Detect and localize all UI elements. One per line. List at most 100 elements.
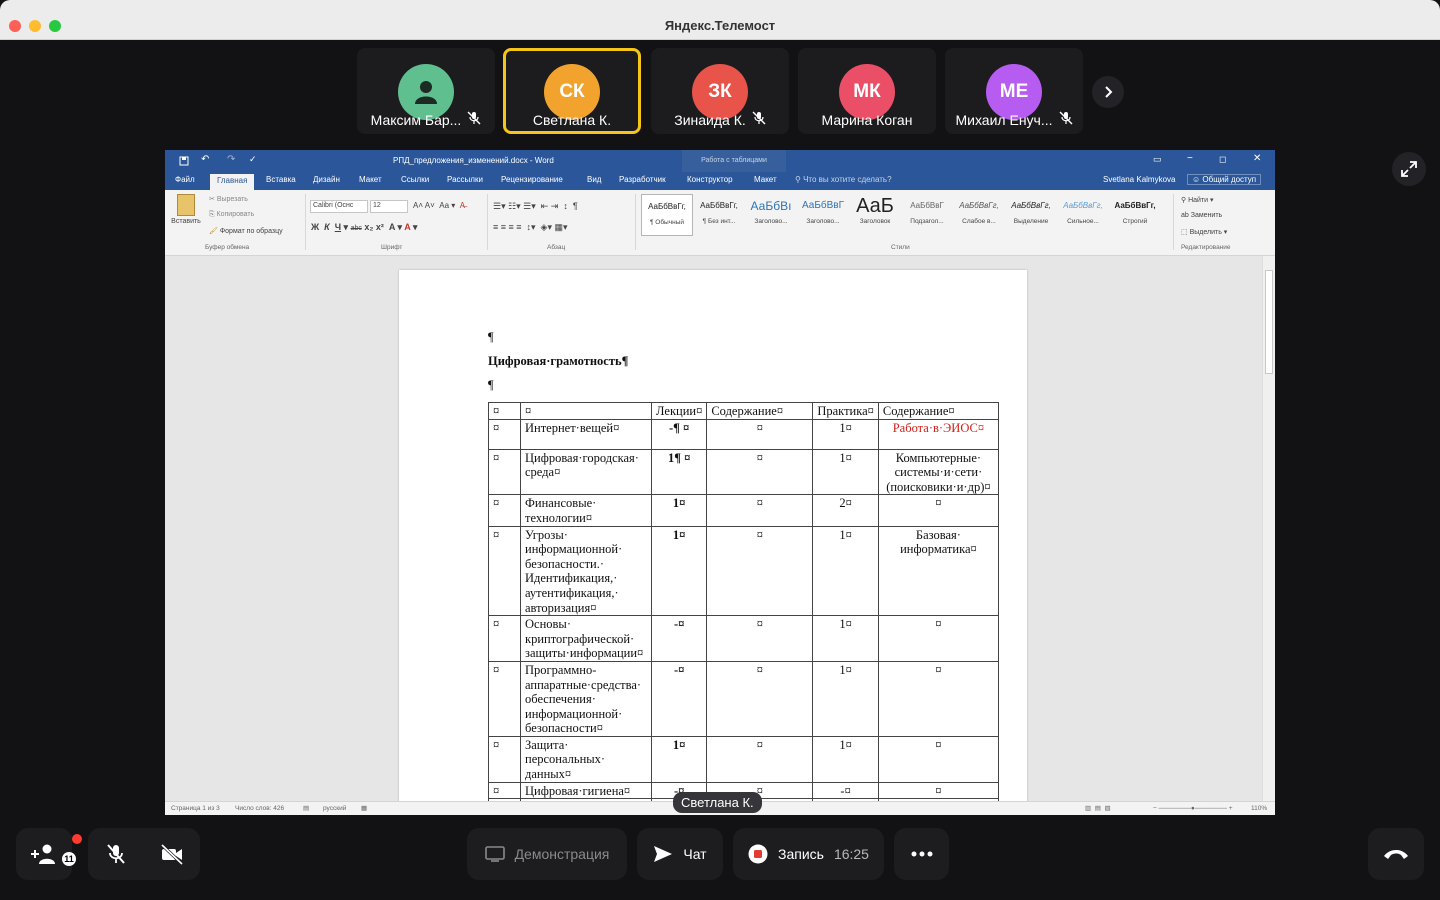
customize-icon[interactable]: ✓ <box>249 154 257 165</box>
table-cell[interactable]: Цифровая·гигиена¤ <box>520 781 652 800</box>
select-button[interactable]: ⬚ Выделить ▾ <box>1181 228 1227 236</box>
table-cell[interactable]: ¤ <box>877 615 999 662</box>
document-area[interactable]: ¶ Цифровая·грамотность¶ ¶ ¤ ¤ Лекции¤ Содер… <box>165 256 1275 815</box>
table-cell[interactable]: ¤ <box>488 525 521 617</box>
zoom-level[interactable]: 110% <box>1251 805 1267 812</box>
replace-button[interactable]: ab Заменить <box>1181 212 1222 219</box>
table-cell[interactable]: ¤ <box>877 494 999 527</box>
table-cell[interactable]: ¤ <box>488 735 521 783</box>
table-cell[interactable]: Содержание¤ <box>877 402 999 420</box>
more-button[interactable] <box>894 828 949 880</box>
view-mode-icons[interactable]: ▥ ▤ ▧ <box>1085 804 1111 812</box>
participant-tile[interactable]: МЕ Михаил Енуч... <box>945 48 1083 134</box>
table-cell[interactable]: ¤ <box>877 735 999 783</box>
page-count[interactable]: Страница 1 из 3 <box>171 805 220 812</box>
table-row[interactable]: ¤ Программно- аппаратные·средства· обеспе… <box>488 660 999 737</box>
fullscreen-button[interactable] <box>1392 152 1426 186</box>
word-count[interactable]: Число слов: 426 <box>235 805 284 812</box>
save-icon[interactable] <box>179 156 189 166</box>
style-item[interactable]: АаБбВвГг, ¶ Без инт... <box>693 194 745 236</box>
table-cell[interactable]: ¤ <box>877 781 999 800</box>
tab-mailings[interactable]: Рассылки <box>447 175 483 184</box>
invite-button[interactable]: 11 <box>16 828 82 880</box>
table-cell[interactable]: 1¤ <box>812 448 879 496</box>
paste-button[interactable]: Вставить <box>171 194 201 225</box>
table-cell[interactable]: ¤ <box>488 781 521 800</box>
table-cell[interactable]: ¤ <box>488 418 521 450</box>
participant-tile[interactable]: СК Светлана К. <box>503 48 641 134</box>
table-cell[interactable]: 1¤ <box>812 418 879 450</box>
style-item[interactable]: АаБ Заголовок <box>849 194 901 236</box>
table-cell[interactable]: Работа·в·ЭИОС¤ <box>877 418 999 450</box>
camera-button[interactable] <box>144 843 200 865</box>
record-button[interactable]: Запись 16:25 <box>733 828 884 880</box>
proofing-icon[interactable]: ▤ <box>303 804 309 812</box>
style-item[interactable]: АаБбВвГг, Слабое в... <box>953 194 1005 236</box>
chat-button[interactable]: Чат <box>637 828 723 880</box>
scrollbar-thumb[interactable] <box>1265 270 1273 374</box>
tab-design[interactable]: Дизайн <box>313 175 340 184</box>
table-cell[interactable]: 1¶ ¤ <box>650 448 708 496</box>
table-cell[interactable]: ¤ <box>488 448 521 496</box>
ribbon-display-icon[interactable]: ▭ <box>1153 154 1162 165</box>
style-item[interactable]: АаБбВвГг, Выделение <box>1005 194 1057 236</box>
table-row[interactable]: ¤ Цифровая·городская· среда¤ 1¶ ¤ ¤ 1¤ Компью… <box>488 448 999 496</box>
table-cell[interactable]: Основы· криптографической· защиты·информ… <box>520 615 652 662</box>
style-item[interactable]: АаБбВвГ Заголово... <box>797 194 849 236</box>
table-cell[interactable]: Программно- аппаратные·средства· обеспеч… <box>520 660 652 737</box>
participant-tile[interactable]: Максим Бар... <box>357 48 495 134</box>
table-cell[interactable]: Компьютерные· системы·и·сети· (поисковик… <box>877 448 999 496</box>
table-row[interactable]: ¤ Финансовые· технологии¤ 1¤ ¤ 2¤ ¤ <box>488 494 999 527</box>
tab-references[interactable]: Ссылки <box>401 175 429 184</box>
share-button[interactable]: ☺ Общий доступ <box>1187 174 1262 185</box>
table-cell[interactable]: ¤ <box>877 660 999 737</box>
table-cell[interactable]: ¤ <box>706 735 814 783</box>
zoom-slider[interactable]: − ───────●─────── + <box>1153 805 1233 812</box>
tab-view[interactable]: Вид <box>587 175 601 184</box>
table-cell[interactable]: ¤ <box>488 494 521 527</box>
word-close-button[interactable]: ✕ <box>1253 153 1261 164</box>
table-cell[interactable]: ¤ <box>488 402 521 420</box>
cut-button[interactable]: ✂ Вырезать <box>209 195 248 203</box>
table-row[interactable]: ¤ Угрозы· информационной· безопасности.· … <box>488 525 999 617</box>
find-button[interactable]: ⚲ Найти ▾ <box>1181 196 1214 204</box>
style-item[interactable]: АаБбВвГг, Строгий <box>1109 194 1161 236</box>
screen-share-button[interactable]: Демонстрация <box>467 828 627 880</box>
tab-table-design[interactable]: Конструктор <box>687 175 733 184</box>
table-cell[interactable]: Финансовые· технологии¤ <box>520 494 652 527</box>
table-cell[interactable]: -¶ ¤ <box>650 418 708 450</box>
font-style-buttons[interactable]: Ж К Ч ▾ abc x₂ x² A ▾ A ▾ <box>311 222 417 233</box>
table-cell[interactable]: 1¤ <box>812 735 879 783</box>
table-cell[interactable]: Угрозы· информационной· безопасности.· И… <box>520 525 652 617</box>
table-cell[interactable]: ¤ <box>520 402 652 420</box>
table-cell[interactable]: -¤ <box>812 781 879 800</box>
tab-developer[interactable]: Разработчик <box>619 175 666 184</box>
align-buttons[interactable]: ≡ ≡ ≡ ≡ ↕▾ ◈▾ ▦▾ <box>493 222 568 233</box>
table-cell[interactable]: ¤ <box>706 448 814 496</box>
table-cell[interactable]: Практика¤ <box>812 402 879 420</box>
table-cell[interactable]: ¤ <box>706 418 814 450</box>
redo-icon[interactable]: ↷ <box>227 154 235 165</box>
tab-layout[interactable]: Макет <box>359 175 382 184</box>
tell-me-box[interactable]: ⚲ Что вы хотите сделать? <box>795 175 892 184</box>
table-row[interactable]: ¤ Основы· криптографической· защиты·инфор… <box>488 615 999 662</box>
font-size-select[interactable]: 12 <box>370 200 408 213</box>
table-row[interactable]: ¤ Интернет·вещей¤ -¶ ¤ ¤ 1¤ Работа·в·ЭИОС¤ <box>488 418 999 450</box>
table-cell[interactable]: ¤ <box>706 660 814 737</box>
copy-button[interactable]: ⎘ Копировать <box>209 211 254 219</box>
table-cell[interactable]: 1¤ <box>650 525 708 617</box>
participant-tile[interactable]: ЗК Зинаида К. <box>651 48 789 134</box>
table-cell[interactable]: ¤ <box>706 615 814 662</box>
word-restore-button[interactable]: ◻ <box>1219 154 1226 165</box>
table-cell[interactable]: 2¤ <box>812 494 879 527</box>
end-call-button[interactable] <box>1368 828 1424 880</box>
table-cell[interactable]: 1¤ <box>650 735 708 783</box>
document-table[interactable]: ¤ ¤ Лекции¤ Содержание¤ Практика¤ Содержание¤… <box>488 402 999 815</box>
table-cell[interactable]: 1¤ <box>812 615 879 662</box>
tab-insert[interactable]: Вставка <box>266 175 296 184</box>
style-item[interactable]: АаБбВı Заголово... <box>745 194 797 236</box>
table-cell[interactable]: ¤ <box>706 525 814 617</box>
participant-tile[interactable]: МК Марина Коган <box>798 48 936 134</box>
table-cell[interactable]: 1¤ <box>812 660 879 737</box>
table-cell[interactable]: Цифровая·городская· среда¤ <box>520 448 652 496</box>
